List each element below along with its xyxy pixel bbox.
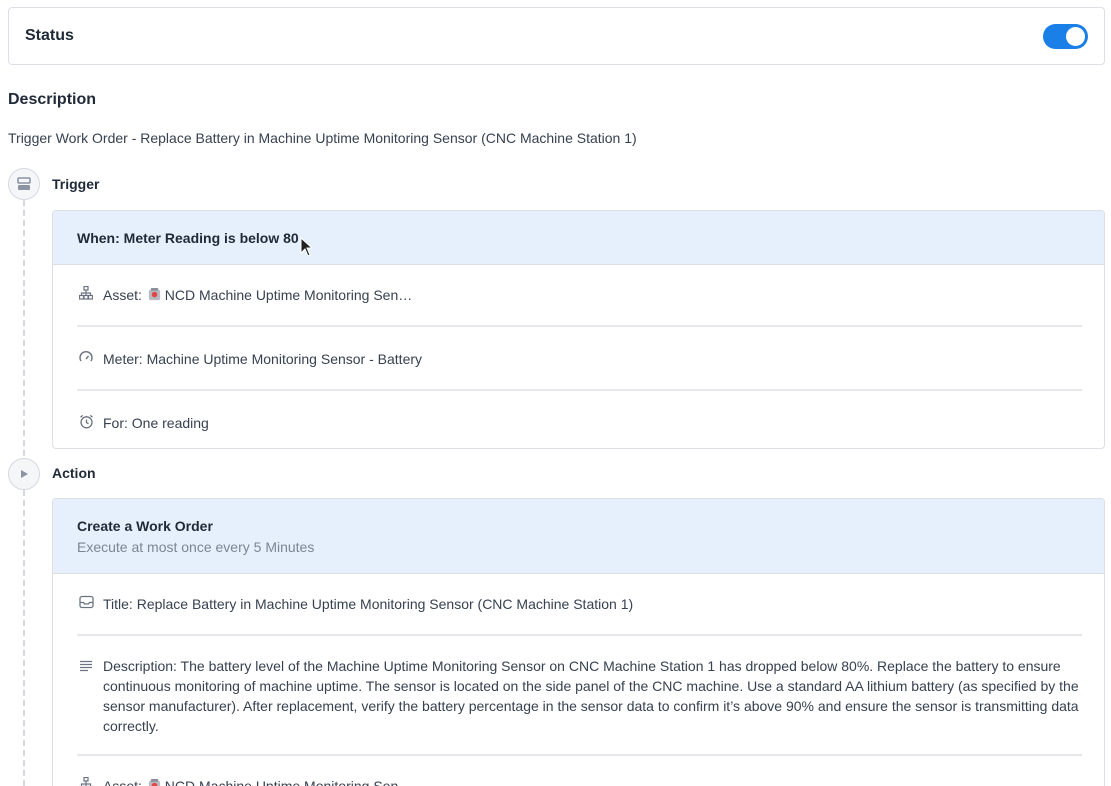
trigger-label: Trigger — [52, 176, 100, 192]
action-row-title[interactable]: Title: Replace Battery in Machine Uptime… — [77, 574, 1082, 634]
for-text: For: One reading — [103, 415, 209, 431]
action-frequency: Execute at most once every 5 Minutes — [77, 538, 315, 555]
action-step-icon — [8, 458, 40, 490]
status-toggle[interactable] — [1043, 23, 1088, 49]
hierarchy-icon — [77, 777, 95, 786]
trigger-header: When: Meter Reading is below 80 — [53, 211, 1104, 265]
toggle-knob — [1066, 26, 1085, 46]
action-title: Create a Work Order — [77, 517, 213, 534]
meter-text: Meter: Machine Uptime Monitoring Sensor … — [103, 351, 423, 367]
action-row-asset[interactable]: Asset: NCD Machine Uptime Monitoring Sen… — [77, 754, 1082, 786]
action-row-description[interactable]: Description: The battery level of the Ma… — [77, 634, 1082, 754]
trigger-row-meter[interactable]: Meter: Machine Uptime Monitoring Sensor … — [77, 325, 1082, 389]
trigger-step-icon — [8, 168, 40, 200]
mouse-cursor-icon — [300, 237, 313, 257]
asset-prefix: Asset: — [103, 287, 146, 303]
play-icon — [21, 470, 28, 478]
action-label: Action — [52, 465, 96, 481]
work-order-title: Title: Replace Battery in Machine Uptime… — [103, 596, 634, 612]
description-heading: Description — [8, 91, 97, 108]
trigger-row-for[interactable]: For: One reading — [77, 389, 1082, 448]
alarm-clock-icon — [77, 414, 95, 429]
trigger-icon — [17, 177, 31, 190]
hierarchy-icon — [77, 286, 95, 300]
text-lines-icon — [77, 660, 95, 672]
trigger-row-asset[interactable]: Asset: NCD Machine Uptime Monitoring Sen… — [77, 265, 1082, 325]
sensor-emoji-icon — [148, 287, 160, 301]
sensor-emoji-icon — [148, 778, 160, 786]
asset-prefix: Asset: — [103, 778, 146, 786]
work-order-description: Description: The battery level of the Ma… — [103, 658, 1079, 734]
asset-name: NCD Machine Uptime Monitoring Sen… — [164, 778, 413, 786]
inbox-icon — [77, 595, 95, 609]
status-card: Status — [8, 7, 1105, 65]
asset-name: NCD Machine Uptime Monitoring Sen… — [164, 287, 413, 303]
action-header: Create a Work Order Execute at most once… — [53, 499, 1104, 574]
status-label: Status — [25, 27, 74, 44]
trigger-block[interactable]: When: Meter Reading is below 80 Asset: N… — [52, 210, 1105, 449]
action-block[interactable]: Create a Work Order Execute at most once… — [52, 498, 1105, 786]
gauge-icon — [77, 350, 95, 364]
trigger-condition: When: Meter Reading is below 80 — [77, 229, 299, 246]
timeline-line — [23, 200, 25, 786]
description-text: Trigger Work Order - Replace Battery in … — [8, 130, 637, 146]
